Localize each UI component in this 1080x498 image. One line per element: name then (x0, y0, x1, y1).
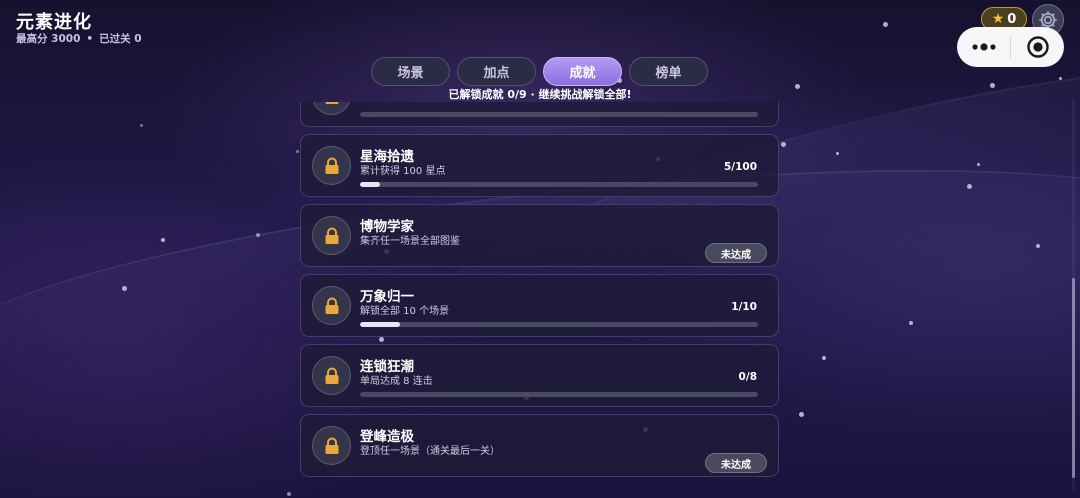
tab-leaderboard[interactable]: 榜单 (629, 57, 708, 86)
more-dots-icon (971, 43, 996, 51)
achievement-description: 集齐任一场景全部图鉴 (360, 236, 460, 247)
progress-bar (360, 392, 758, 397)
star-dot (822, 356, 826, 360)
lock-badge (312, 146, 351, 185)
achievement-progress-count: 0/8 (738, 371, 757, 383)
lock-badge (312, 102, 351, 115)
achievement-description: 累计获得 100 星点 (360, 166, 446, 177)
achievement-card[interactable]: 连锁狂潮 单局达成 8 连击 0/8 (300, 344, 779, 407)
star-dot (1059, 77, 1062, 80)
star-dot (799, 412, 804, 417)
progress-bar (360, 322, 758, 327)
star-dot (977, 163, 980, 166)
tab-upgrades[interactable]: 加点 (457, 57, 536, 86)
achievement-description: 单局达成 8 连击 (360, 376, 433, 387)
progress-bar-fill (360, 182, 380, 187)
target-circle-icon (1026, 36, 1049, 58)
star-dot (1036, 244, 1040, 248)
star-dot (883, 22, 888, 27)
lock-icon (325, 437, 338, 454)
progress-bar (360, 182, 758, 187)
achievement-description: 解锁全部 10 个场景 (360, 306, 450, 317)
lock-badge (312, 286, 351, 325)
star-dot (256, 233, 260, 237)
close-mini-program-button[interactable] (1011, 27, 1064, 67)
achievement-card[interactable]: 登峰造极 登顶任一场景（通关最后一关） 未达成 (300, 414, 779, 477)
progress-bar (360, 112, 758, 117)
star-dot (161, 238, 165, 242)
levels-cleared: 已过关 0 (99, 33, 142, 45)
achievement-card[interactable]: 万象归一 解锁全部 10 个场景 1/10 (300, 274, 779, 337)
lock-icon (325, 157, 338, 174)
progress-bar-fill (360, 322, 400, 327)
achievement-card[interactable]: 星海拾遗 累计获得 100 星点 5/100 (300, 134, 779, 197)
lock-icon (325, 102, 338, 104)
star-currency-value: 0 (1007, 11, 1017, 27)
achievement-card[interactable] (300, 102, 779, 127)
star-dot (836, 152, 839, 155)
stats-line: 最高分 3000 • 已过关 0 (16, 31, 142, 46)
status-badge: 未达成 (705, 453, 767, 473)
star-dot (909, 321, 913, 325)
scrollbar[interactable] (1072, 100, 1075, 490)
best-score: 最高分 3000 (16, 33, 81, 45)
lock-badge (312, 426, 351, 465)
star-dot (122, 286, 127, 291)
star-dot (140, 124, 143, 127)
star-dot (967, 184, 972, 189)
scrollbar-thumb[interactable] (1072, 278, 1075, 478)
lock-badge (312, 356, 351, 395)
achievement-summary: 已解锁成就 0/9 · 继续挑战解锁全部! (448, 88, 632, 101)
lock-badge (312, 216, 351, 255)
lock-icon (325, 297, 338, 314)
star-dot (287, 492, 291, 496)
achievement-list[interactable]: 星海拾遗 累计获得 100 星点 5/100 博物学家 集齐任一场景全部图鉴 未达成 万象归… (290, 102, 790, 482)
tab-scenes[interactable]: 场景 (371, 57, 450, 86)
lock-icon (325, 227, 338, 244)
achievement-description: 登顶任一场景（通关最后一关） (360, 446, 500, 457)
achievement-card[interactable]: 博物学家 集齐任一场景全部图鉴 未达成 (300, 204, 779, 267)
mini-program-capsule (957, 27, 1064, 67)
lock-icon (325, 367, 338, 384)
stats-separator: • (86, 33, 94, 45)
achievement-progress-count: 1/10 (731, 301, 757, 313)
achievement-progress-count: 5/100 (723, 161, 757, 173)
star-icon: ★ (991, 11, 1005, 27)
more-menu-button[interactable] (957, 27, 1010, 67)
tab-bar: 场景 加点 成就 榜单 (371, 57, 708, 86)
status-badge: 未达成 (705, 243, 767, 263)
tab-achievements[interactable]: 成就 (543, 57, 622, 86)
